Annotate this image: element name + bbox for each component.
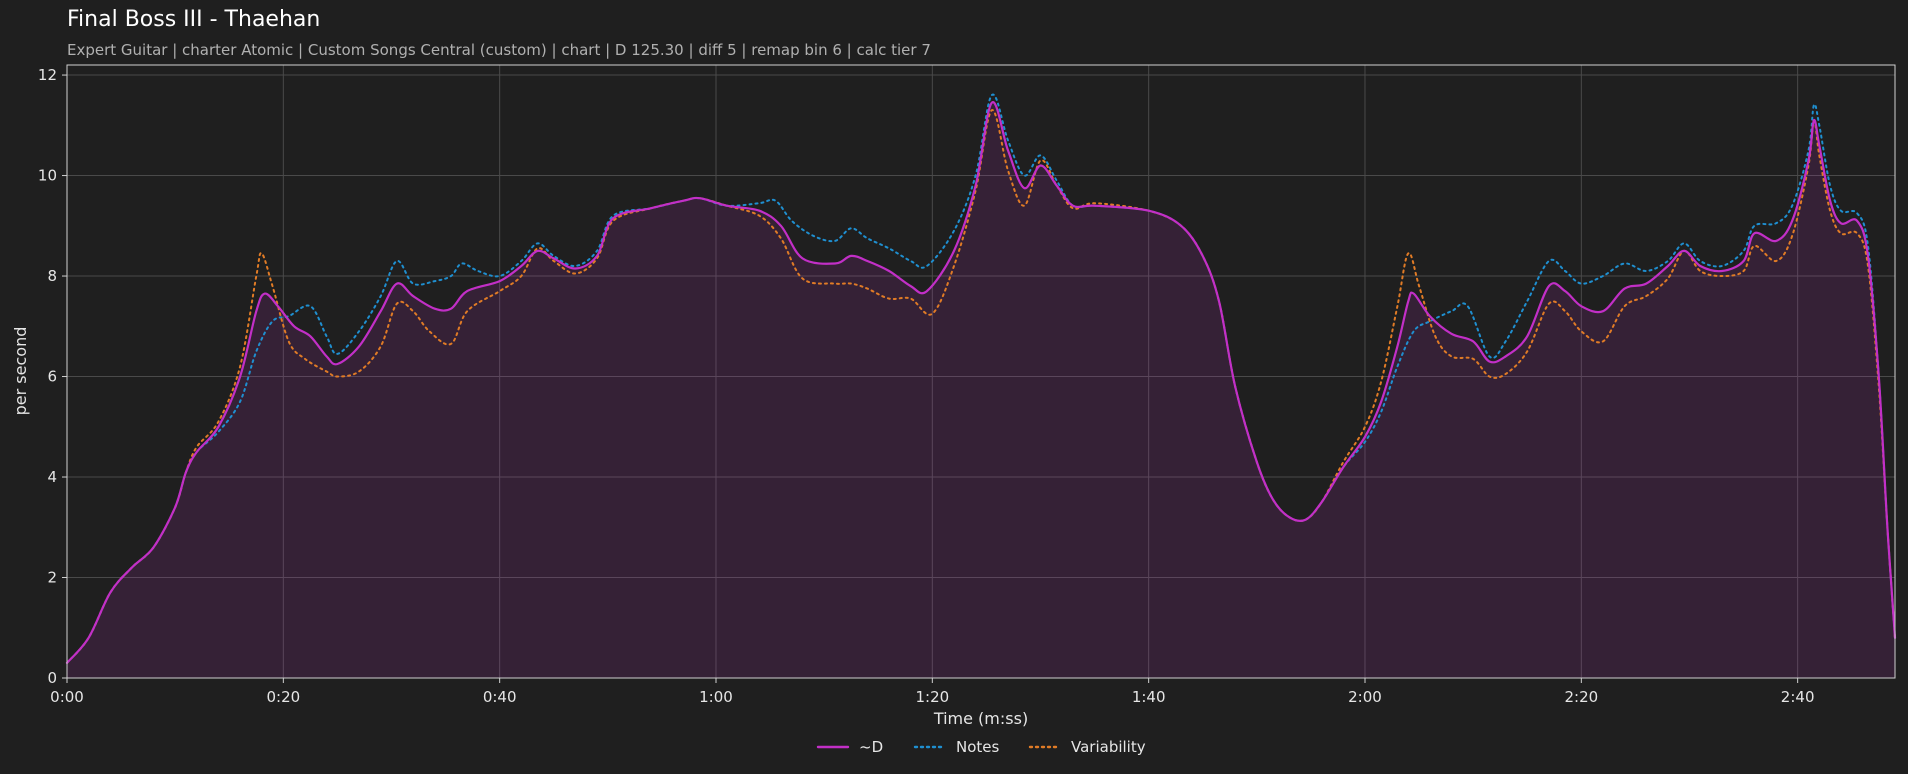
y-tick-label: 12 <box>38 66 57 84</box>
x-tick-label: 1:00 <box>699 688 733 706</box>
x-axis-ticks: 0:00 0:20 0:40 1:00 1:20 1:40 2:00 2:20 2:40 <box>50 678 1814 706</box>
y-tick-label: 6 <box>47 368 57 386</box>
x-tick-label: 2:40 <box>1781 688 1815 706</box>
y-axis-ticks: 0 2 4 6 8 10 12 <box>38 66 67 687</box>
chart-canvas: 0:00 0:20 0:40 1:00 1:20 1:40 2:00 2:20 2:40 0 2 4… <box>11 64 1897 756</box>
x-tick-label: 0:00 <box>50 688 84 706</box>
x-axis-label: Time (m:ss) <box>933 709 1028 728</box>
y-tick-label: 10 <box>38 167 57 185</box>
y-tick-label: 8 <box>47 267 57 285</box>
y-tick-label: 2 <box>47 569 57 587</box>
x-tick-label: 1:40 <box>1132 688 1166 706</box>
legend-label: Variability <box>1071 738 1146 756</box>
legend-item-d: ~D <box>816 738 883 756</box>
x-tick-label: 0:40 <box>483 688 517 706</box>
y-tick-label: 4 <box>47 468 57 486</box>
x-tick-label: 1:20 <box>915 688 949 706</box>
legend-label: Notes <box>956 738 1000 756</box>
x-tick-label: 0:20 <box>266 688 300 706</box>
y-axis-label: per second <box>11 327 30 416</box>
legend-item-notes: Notes <box>913 738 1000 756</box>
legend: ~D Notes Variability <box>816 738 1146 756</box>
x-tick-label: 2:00 <box>1348 688 1382 706</box>
legend-item-variability: Variability <box>1028 738 1146 756</box>
y-tick-label: 0 <box>47 669 57 687</box>
x-tick-label: 2:20 <box>1564 688 1598 706</box>
legend-label: ~D <box>859 738 883 756</box>
